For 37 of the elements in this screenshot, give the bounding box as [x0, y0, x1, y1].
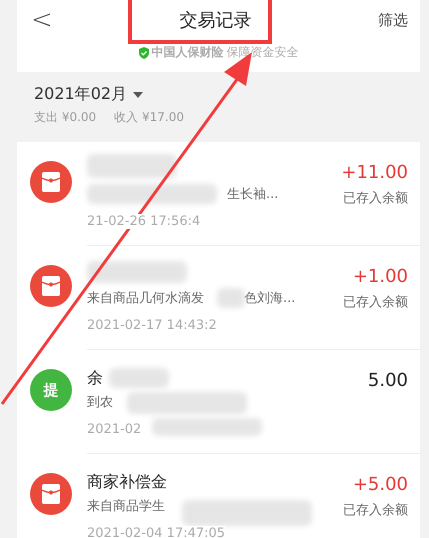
- blurred-region: [109, 368, 169, 388]
- envelope-icon: [30, 265, 72, 307]
- status-label: 已存入余额: [343, 294, 408, 311]
- amount: +5.00: [352, 474, 408, 495]
- status-label: 已存入余额: [343, 190, 408, 207]
- amount: 5.00: [368, 370, 408, 391]
- envelope-icon: [30, 161, 72, 203]
- dropdown-caret-icon[interactable]: [133, 92, 144, 98]
- filter-button[interactable]: 筛选: [378, 10, 408, 30]
- withdraw-badge: 提: [30, 369, 72, 411]
- transaction-description: 来自商品几何水滴发: [87, 290, 204, 307]
- transaction-description: 生长袖...: [227, 186, 278, 203]
- month-picker[interactable]: 2021年02月: [34, 84, 403, 105]
- page-title: 交易记录: [179, 9, 252, 32]
- envelope-icon: [30, 473, 72, 515]
- amount: +11.00: [341, 162, 408, 183]
- transaction-row[interactable]: 来自商品几何水滴发 色刘海... 2021-02-17 14:43:2 +1.00 已存入余额: [17, 246, 420, 350]
- blurred-region: [217, 288, 245, 308]
- amount: +1.00: [352, 266, 408, 287]
- transaction-row[interactable]: 生长袖... 21-02-26 17:56:4 +11.00 已存入余额: [17, 142, 420, 246]
- transaction-description: 色刘海...: [244, 290, 296, 307]
- transaction-description: 来自商品学生: [87, 498, 165, 515]
- back-button[interactable]: <: [31, 5, 53, 35]
- safety-note: 保障资金安全: [226, 44, 298, 61]
- transaction-row[interactable]: 商家补偿金 来自商品学生 2021-02-04 17:47:05 +5.00 已存入余额: [17, 454, 420, 538]
- status-label: 已存入余额: [343, 502, 408, 519]
- transaction-row[interactable]: 提 余 到农 2021-02 5.00: [17, 350, 420, 454]
- transaction-title: 余: [87, 368, 103, 389]
- month-label[interactable]: 2021年02月: [34, 84, 128, 105]
- transaction-date: 21-02-26 17:56:4: [87, 214, 200, 229]
- insurer-name: 中国人保财险: [152, 44, 224, 61]
- transaction-date: 2021-02-04 17:47:05: [87, 526, 226, 538]
- shield-icon: [138, 46, 148, 58]
- transaction-title: 商家补偿金: [87, 472, 167, 493]
- income-total: 收入 ¥17.00: [114, 109, 184, 126]
- transaction-description: 到农: [87, 394, 113, 411]
- spend-total: 支出 ¥0.00: [34, 109, 96, 126]
